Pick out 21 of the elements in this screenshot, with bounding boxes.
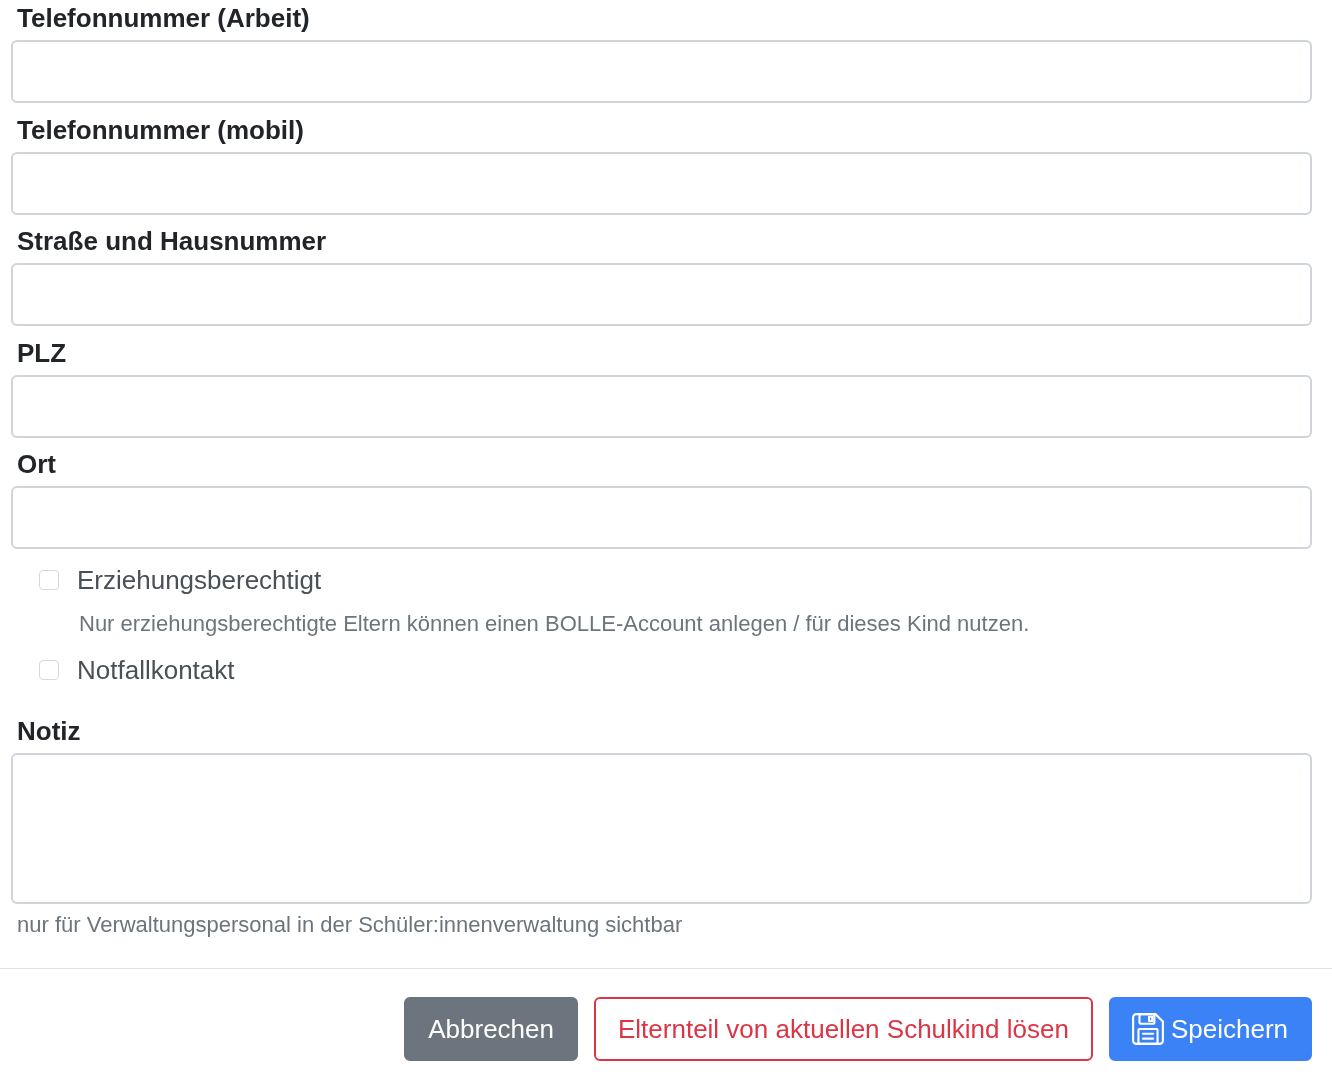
input-field[interactable] xyxy=(11,40,1312,103)
save-button[interactable]: Speichern xyxy=(1108,996,1312,1061)
field-label: PLZ xyxy=(16,336,68,370)
input-field[interactable] xyxy=(11,374,1312,438)
checkbox[interactable] xyxy=(39,659,59,680)
input-field[interactable] xyxy=(11,151,1312,215)
checkbox[interactable] xyxy=(39,569,59,590)
checkbox-label: Erziehungsberechtigt xyxy=(77,563,322,597)
field-label: Telefonnummer (mobil) xyxy=(16,113,305,147)
help-text: nur für Verwaltungspersonal in der Schüler:innenverwaltung sichtbar xyxy=(16,910,684,939)
cancel-button[interactable]: Abbrechen xyxy=(404,996,578,1061)
checkbox-label: Notfallkontakt xyxy=(77,653,235,687)
field-label: Telefonnummer (Arbeit) xyxy=(16,2,311,35)
unlink-button[interactable]: Elternteil von aktuellen Schulkind lösen xyxy=(594,996,1093,1061)
field-label: Straße und Hausnummer xyxy=(16,225,328,258)
input-field[interactable] xyxy=(11,263,1312,326)
input-field[interactable] xyxy=(11,486,1312,549)
field-label: Ort xyxy=(16,448,57,481)
help-text: Nur erziehungsberechtigte Eltern können einen BOLLE-Account anlegen / für dieses Kind nutzen. xyxy=(78,609,1031,638)
field-label: Notiz xyxy=(16,714,82,748)
notes-field[interactable] xyxy=(11,752,1312,904)
